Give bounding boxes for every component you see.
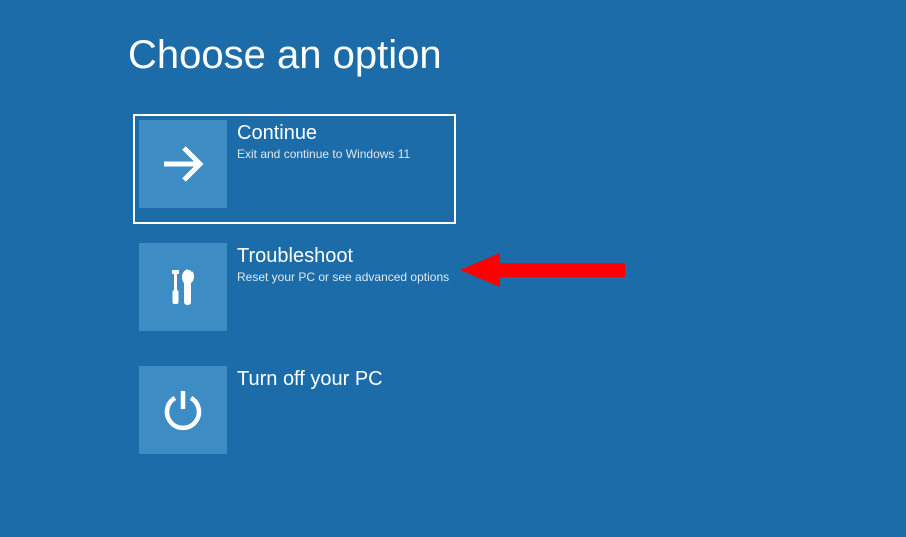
option-turnoff-text: Turn off your PC <box>227 366 383 393</box>
power-icon <box>139 366 227 454</box>
option-troubleshoot-title: Troubleshoot <box>237 245 449 268</box>
option-turnoff[interactable]: Turn off your PC <box>133 360 456 470</box>
option-continue-desc: Exit and continue to Windows 11 <box>237 147 410 163</box>
option-turnoff-title: Turn off your PC <box>237 368 383 391</box>
troubleshoot-icon <box>139 243 227 331</box>
option-continue-text: Continue Exit and continue to Windows 11 <box>227 120 410 163</box>
page-title: Choose an option <box>128 33 442 78</box>
option-continue-title: Continue <box>237 122 410 145</box>
annotation-arrow-icon <box>460 250 640 300</box>
option-troubleshoot-text: Troubleshoot Reset your PC or see advanc… <box>227 243 449 286</box>
option-troubleshoot[interactable]: Troubleshoot Reset your PC or see advanc… <box>133 237 456 347</box>
continue-icon <box>139 120 227 208</box>
option-troubleshoot-desc: Reset your PC or see advanced options <box>237 270 449 286</box>
options-list: Continue Exit and continue to Windows 11… <box>133 114 456 483</box>
option-continue[interactable]: Continue Exit and continue to Windows 11 <box>133 114 456 224</box>
